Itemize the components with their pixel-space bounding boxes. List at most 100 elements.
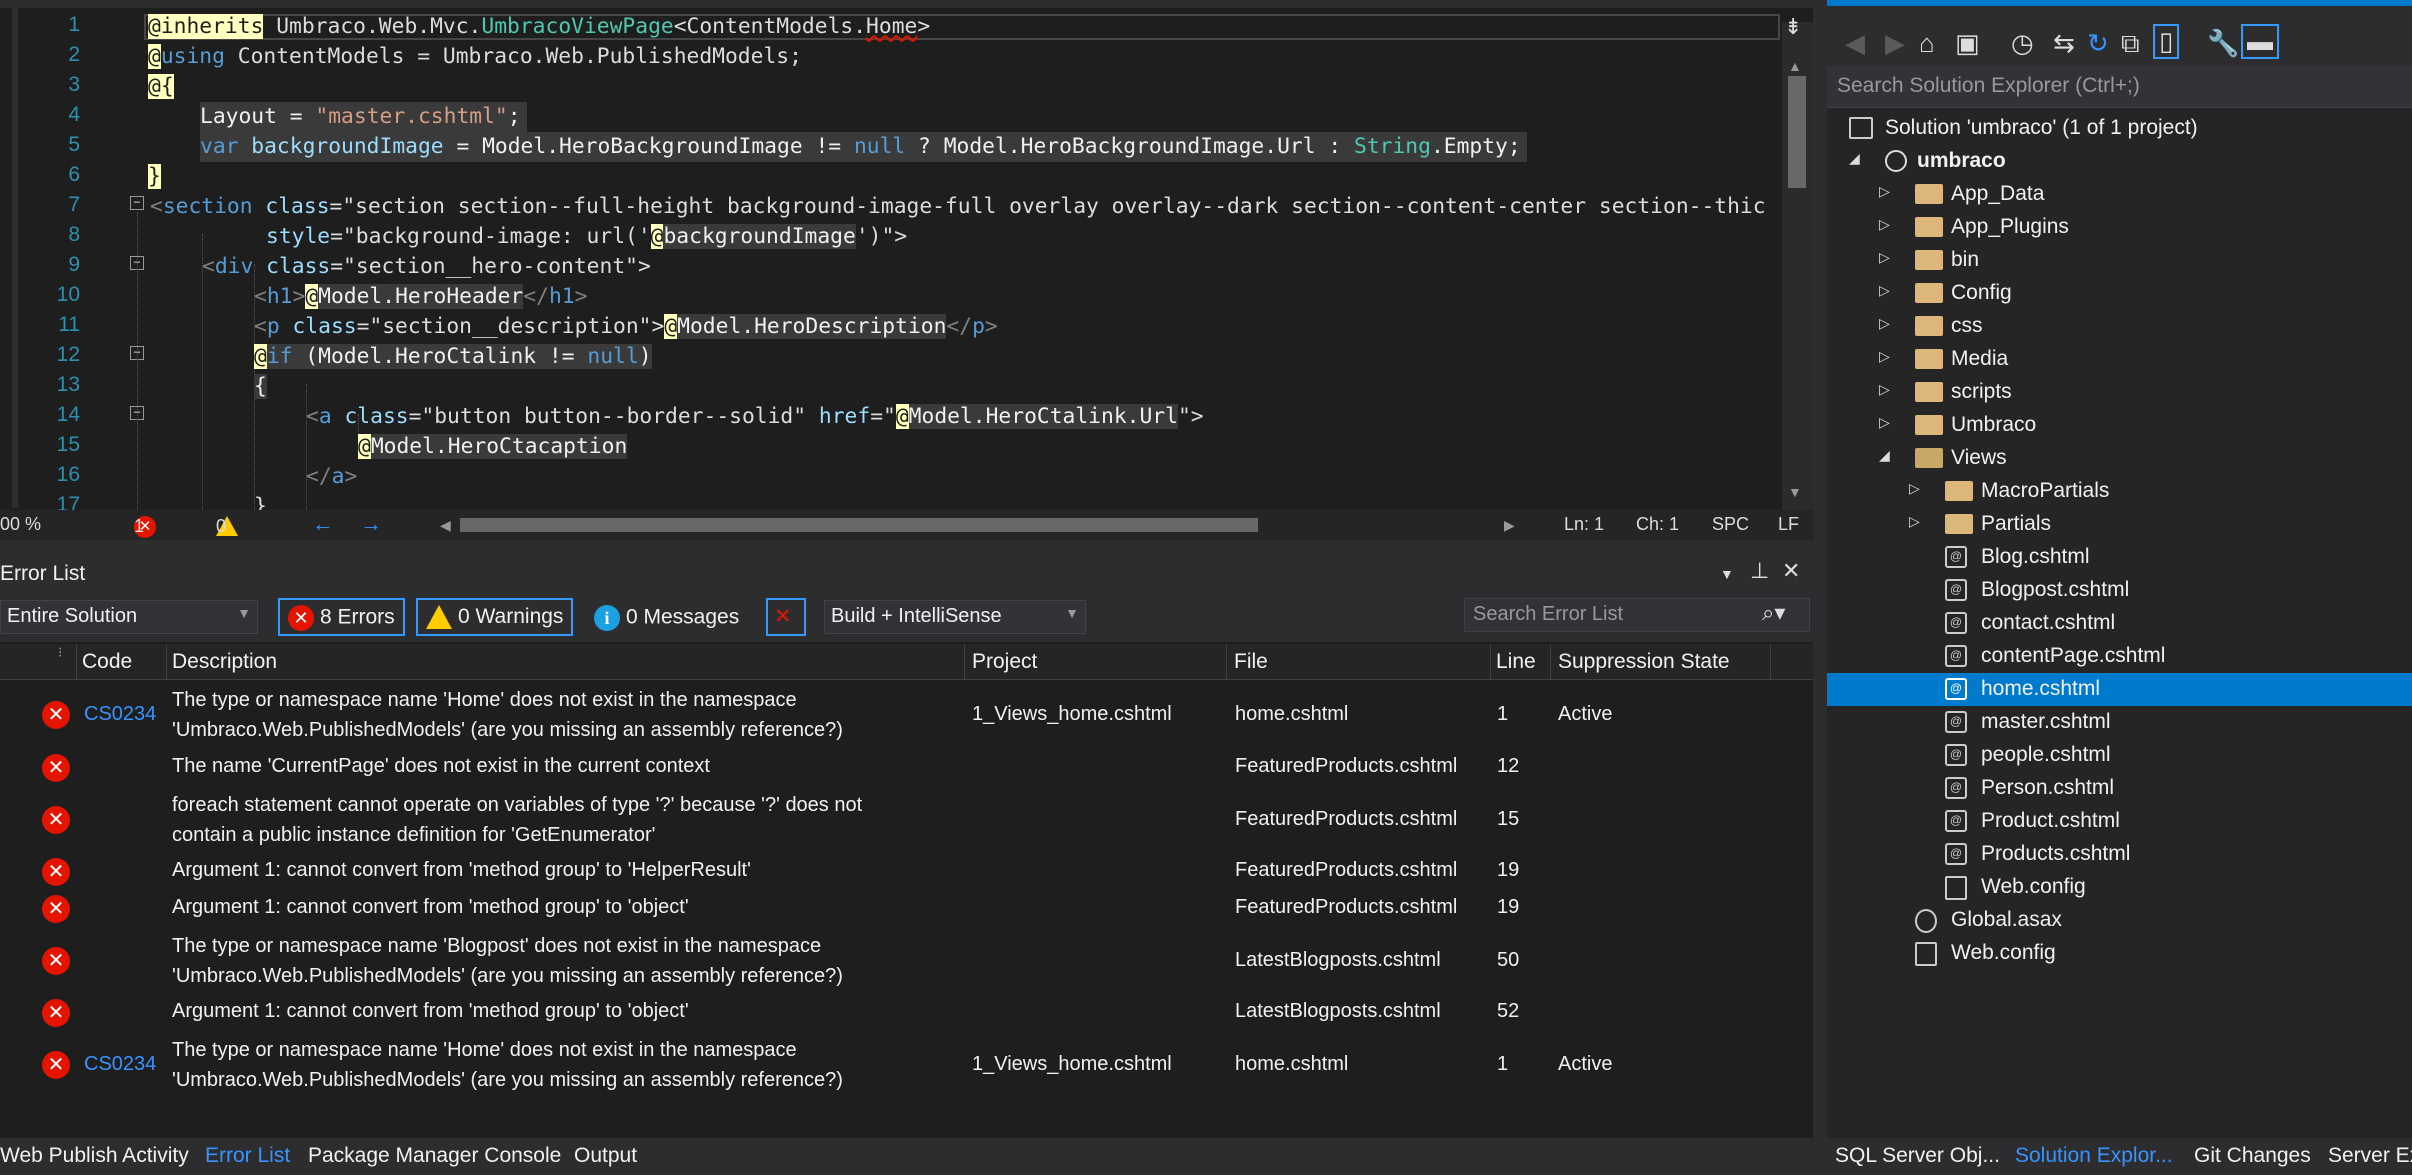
column-indicator[interactable]: Ch: 1 bbox=[1636, 514, 1679, 535]
home-icon[interactable]: ⌂ bbox=[1919, 28, 1935, 59]
column-chooser-icon[interactable]: ⁝ bbox=[58, 644, 62, 661]
filter-toggle-icon[interactable]: ✕ bbox=[766, 598, 806, 636]
preview-icon[interactable]: ▬ bbox=[2241, 24, 2279, 59]
column-header-file[interactable]: File bbox=[1234, 650, 1268, 674]
window-position-icon[interactable]: ▼ bbox=[1720, 566, 1734, 582]
chevron-right-icon[interactable]: ▷ bbox=[1879, 216, 1890, 233]
panel-splitter[interactable] bbox=[0, 540, 1813, 556]
column-header-suppression[interactable]: Suppression State bbox=[1558, 650, 1730, 674]
window-splitter[interactable] bbox=[1813, 0, 1827, 1175]
zoom-level[interactable]: 00 % bbox=[0, 514, 41, 535]
tree-item-file[interactable]: Web.config bbox=[1827, 937, 2412, 970]
editor-horizontal-scrollbar[interactable] bbox=[460, 518, 1258, 532]
error-list-search-input[interactable]: Search Error List bbox=[1464, 598, 1810, 632]
solution-explorer-search[interactable]: Search Solution Explorer (Ctrl+;) bbox=[1827, 66, 2412, 108]
build-filter-dropdown[interactable]: Build + IntelliSense ▼ bbox=[824, 600, 1086, 634]
back-icon[interactable]: ◀ bbox=[1845, 28, 1865, 59]
collapse-icon[interactable]: − bbox=[130, 196, 144, 210]
tree-item-folder[interactable]: ▷ bin bbox=[1827, 244, 2412, 277]
scrollbar-thumb[interactable] bbox=[1788, 76, 1806, 188]
show-all-files-icon[interactable]: ▯ bbox=[2153, 24, 2180, 59]
tree-item-file[interactable]: @ Blogpost.cshtml bbox=[1827, 574, 2412, 607]
table-row[interactable]: ✕ The type or namespace name 'Blogpost' … bbox=[0, 929, 1813, 993]
table-row[interactable]: ✕ CS0234 The type or namespace name 'Hom… bbox=[0, 1033, 1813, 1097]
tree-item-file[interactable]: @ contact.cshtml bbox=[1827, 607, 2412, 640]
errors-filter-button[interactable]: ✕ 8 Errors bbox=[278, 598, 405, 636]
tab-sql-server-object-explorer[interactable]: SQL Server Obj... bbox=[1835, 1144, 2000, 1168]
table-row[interactable]: ✕ Argument 1: cannot convert from 'metho… bbox=[0, 892, 1813, 926]
line-ending-indicator[interactable]: LF bbox=[1778, 514, 1799, 535]
tree-item-folder-open[interactable]: ◢ Views bbox=[1827, 442, 2412, 475]
column-header-code[interactable]: Code bbox=[82, 650, 132, 674]
tree-item-folder[interactable]: ▷ css bbox=[1827, 310, 2412, 343]
search-icon[interactable]: ⌕▾ bbox=[1762, 600, 1785, 626]
scroll-up-icon[interactable]: ▲ bbox=[1788, 58, 1802, 74]
tree-item-folder[interactable]: ▷ Umbraco bbox=[1827, 409, 2412, 442]
column-header-description[interactable]: Description bbox=[172, 650, 277, 674]
tree-item-file[interactable]: @ Person.cshtml bbox=[1827, 772, 2412, 805]
column-header-line[interactable]: Line bbox=[1496, 650, 1536, 674]
split-editor-icon[interactable]: ⇟ bbox=[1784, 14, 1802, 40]
tab-web-publish-activity[interactable]: Web Publish Activity bbox=[0, 1144, 189, 1168]
chevron-right-icon[interactable]: ▷ bbox=[1879, 183, 1890, 200]
chevron-right-icon[interactable]: ▷ bbox=[1879, 414, 1890, 431]
tree-item-folder[interactable]: ▷ App_Data bbox=[1827, 178, 2412, 211]
forward-icon[interactable]: ▶ bbox=[1885, 28, 1905, 59]
switch-views-icon[interactable]: ▣ bbox=[1955, 28, 1980, 59]
column-header-project[interactable]: Project bbox=[972, 650, 1037, 674]
chevron-right-icon[interactable]: ▷ bbox=[1909, 513, 1920, 530]
tree-item-project[interactable]: ◢ umbraco bbox=[1827, 145, 2412, 178]
tree-item-folder[interactable]: ▷ App_Plugins bbox=[1827, 211, 2412, 244]
tree-item-file[interactable]: @ master.cshtml bbox=[1827, 706, 2412, 739]
error-code-link[interactable]: CS0234 bbox=[84, 703, 156, 726]
refresh-icon[interactable]: ↻ bbox=[2087, 28, 2109, 59]
scroll-down-icon[interactable]: ▼ bbox=[1788, 484, 1802, 500]
line-indicator[interactable]: Ln: 1 bbox=[1564, 514, 1604, 535]
tree-item-file[interactable]: Global.asax bbox=[1827, 904, 2412, 937]
navigate-forward-icon[interactable]: → bbox=[360, 511, 382, 537]
messages-filter-button[interactable]: i0 Messages bbox=[584, 598, 750, 636]
tree-item-folder[interactable]: ▷ MacroPartials bbox=[1827, 475, 2412, 508]
tree-item-file[interactable]: Web.config bbox=[1827, 871, 2412, 904]
tree-item-file[interactable]: @ Blog.cshtml bbox=[1827, 541, 2412, 574]
tab-server-explorer[interactable]: Server Ex bbox=[2328, 1144, 2412, 1168]
table-row[interactable]: ✕ The name 'CurrentPage' does not exist … bbox=[0, 751, 1813, 785]
tree-item-file-selected[interactable]: @ home.cshtml bbox=[1827, 673, 2412, 706]
tree-item-folder[interactable]: ▷ Partials bbox=[1827, 508, 2412, 541]
warnings-filter-button[interactable]: 0 Warnings bbox=[416, 598, 574, 636]
chevron-right-icon[interactable]: ▷ bbox=[1879, 282, 1890, 299]
tab-output[interactable]: Output bbox=[574, 1144, 637, 1168]
chevron-down-icon[interactable]: ◢ bbox=[1879, 447, 1890, 464]
error-code-link[interactable]: CS0234 bbox=[84, 1053, 156, 1076]
tree-item-folder[interactable]: ▷ Config bbox=[1827, 277, 2412, 310]
table-row[interactable]: ✕ Argument 1: cannot convert from 'metho… bbox=[0, 996, 1813, 1030]
chevron-down-icon[interactable]: ◢ bbox=[1849, 150, 1860, 167]
chevron-right-icon[interactable]: ▷ bbox=[1879, 381, 1890, 398]
pending-changes-icon[interactable]: ◷ bbox=[2011, 28, 2034, 59]
tree-item-folder[interactable]: ▷ scripts bbox=[1827, 376, 2412, 409]
tab-package-manager-console[interactable]: Package Manager Console bbox=[308, 1144, 561, 1168]
code-area[interactable]: @inherits Umbraco.Web.Mvc.UmbracoViewPag… bbox=[148, 8, 1782, 510]
scroll-left-icon[interactable]: ◀ bbox=[440, 517, 451, 534]
tree-item-solution[interactable]: Solution 'umbraco' (1 of 1 project) bbox=[1827, 112, 2412, 145]
table-row[interactable]: ✕ foreach statement cannot operate on va… bbox=[0, 788, 1813, 852]
tab-error-list[interactable]: Error List bbox=[205, 1144, 290, 1168]
navigate-back-icon[interactable]: ← bbox=[312, 511, 334, 537]
sync-icon[interactable]: ⇆ bbox=[2053, 28, 2075, 59]
tree-item-file[interactable]: @ Product.cshtml bbox=[1827, 805, 2412, 838]
tab-git-changes[interactable]: Git Changes bbox=[2194, 1144, 2311, 1168]
collapse-all-icon[interactable]: ⧉ bbox=[2121, 28, 2140, 60]
close-icon[interactable]: ✕ bbox=[1782, 558, 1800, 584]
scroll-right-icon[interactable]: ▶ bbox=[1504, 517, 1515, 534]
chevron-right-icon[interactable]: ▷ bbox=[1879, 249, 1890, 266]
whitespace-indicator[interactable]: SPC bbox=[1712, 514, 1749, 535]
chevron-right-icon[interactable]: ▷ bbox=[1909, 480, 1920, 497]
table-row[interactable]: ✕ Argument 1: cannot convert from 'metho… bbox=[0, 855, 1813, 889]
tab-solution-explorer[interactable]: Solution Explor... bbox=[2015, 1144, 2173, 1168]
chevron-right-icon[interactable]: ▷ bbox=[1879, 315, 1890, 332]
tree-item-folder[interactable]: ▷ Media bbox=[1827, 343, 2412, 376]
tree-item-file[interactable]: @ contentPage.cshtml bbox=[1827, 640, 2412, 673]
table-row[interactable]: ✕ CS0234 The type or namespace name 'Hom… bbox=[0, 683, 1813, 747]
tree-item-file[interactable]: @ Products.cshtml bbox=[1827, 838, 2412, 871]
properties-icon[interactable]: 🔧 bbox=[2207, 28, 2239, 59]
